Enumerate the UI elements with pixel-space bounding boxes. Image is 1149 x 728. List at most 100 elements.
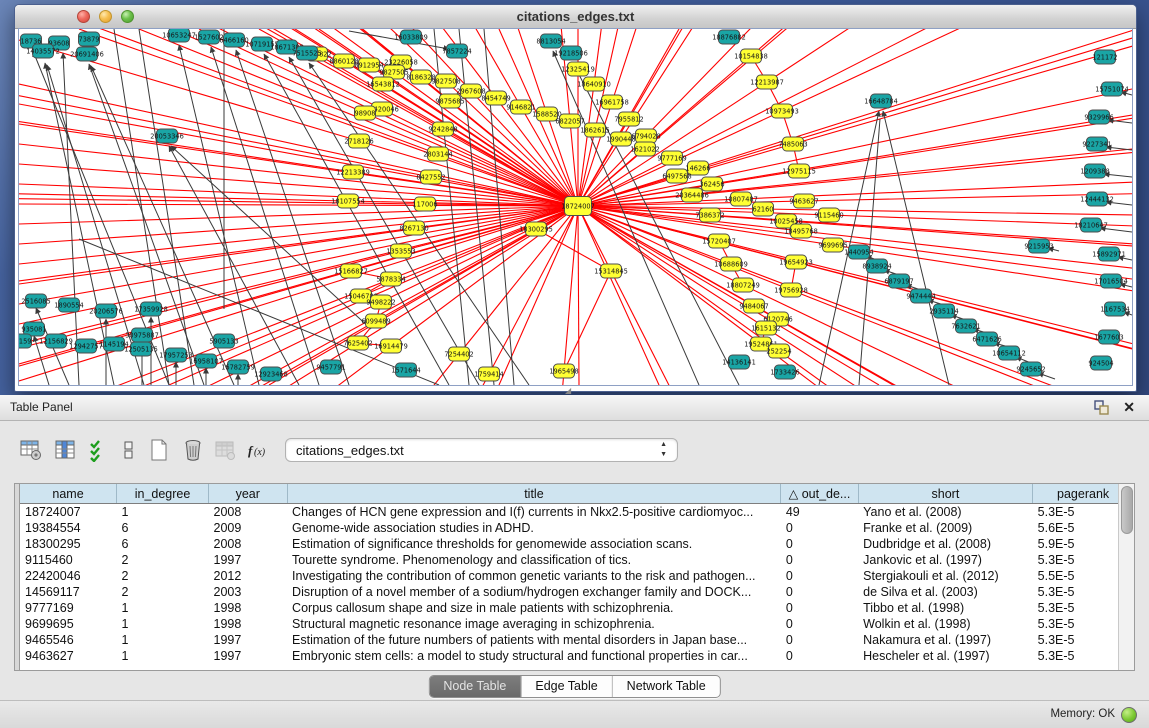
network-table-selector[interactable]: citations_edges.txt▲▼	[285, 438, 678, 462]
graph-node[interactable]: 1862615	[580, 123, 609, 137]
graph-node[interactable]: 6794028	[631, 129, 660, 143]
graph-node[interactable]: 10154838	[734, 49, 768, 63]
citation-edge[interactable]	[767, 29, 1132, 82]
graph-node[interactable]: 9474444	[906, 289, 935, 303]
graph-node[interactable]: 9115460	[814, 208, 843, 222]
graph-node[interactable]: 1621022	[630, 142, 659, 156]
graph-node[interactable]: 6497568	[662, 169, 691, 183]
graph-node[interactable]: 924504	[1088, 356, 1113, 370]
graph-node[interactable]: 9215953	[1024, 239, 1053, 253]
citation-edge[interactable]	[698, 29, 1132, 168]
column-header-year[interactable]: year	[209, 484, 288, 504]
network-graph-svg[interactable]: 1872400771638228860128891295423226058982…	[19, 29, 1132, 385]
graph-node[interactable]: 15751074	[1095, 82, 1129, 96]
citation-edge[interactable]	[161, 374, 489, 385]
graph-node[interactable]: 62160	[753, 202, 774, 216]
table-row[interactable]: 969969511998Structural magnetic resonanc…	[20, 616, 1134, 632]
citation-edge[interactable]	[578, 89, 1132, 206]
graph-node[interactable]: 9699695	[818, 238, 847, 252]
graph-node[interactable]: 9457791	[316, 360, 345, 374]
import-table-icon[interactable]	[210, 435, 240, 465]
graph-node[interactable]: 15166827	[334, 264, 368, 278]
tab-node-table[interactable]: Node Table	[429, 676, 521, 697]
show-columns-icon[interactable]	[50, 435, 80, 465]
column-header-out_de[interactable]: △ out_de...	[781, 484, 858, 504]
graph-node[interactable]: 5878334	[376, 272, 405, 286]
citation-edge[interactable]	[359, 141, 578, 206]
citation-edge[interactable]	[19, 206, 578, 381]
citation-edge[interactable]	[443, 129, 578, 206]
row-height-icon[interactable]	[114, 435, 144, 465]
graph-node[interactable]: 12213987	[750, 75, 784, 89]
selector-spinner-icon[interactable]: ▲▼	[660, 440, 667, 460]
graph-node[interactable]: 1167534	[1100, 302, 1129, 316]
graph-node[interactable]: 15892971	[1092, 247, 1126, 261]
graph-node[interactable]: 6099489	[361, 314, 390, 328]
graph-node[interactable]: 18807249	[726, 278, 760, 292]
graph-node[interactable]: 1353553	[386, 244, 415, 258]
table-row[interactable]: 977716911998Corpus callosum shape and si…	[20, 600, 1134, 616]
vertical-scrollbar[interactable]	[1118, 484, 1134, 670]
graph-node[interactable]: 15314845	[594, 264, 628, 278]
citation-edge[interactable]	[19, 186, 348, 201]
graph-node[interactable]: 6879197	[884, 274, 913, 288]
graph-node[interactable]: 10654112	[992, 346, 1026, 360]
graph-node[interactable]: 8427552	[416, 170, 445, 184]
window-titlebar[interactable]: citations_edges.txt	[15, 5, 1136, 29]
graph-node[interactable]: 7955812	[614, 112, 643, 126]
graph-node[interactable]: 6471626	[972, 332, 1001, 346]
graph-node[interactable]: 20206576	[89, 304, 123, 318]
graph-node[interactable]: 12325419	[561, 62, 595, 76]
graph-node[interactable]: 7515525	[292, 46, 321, 60]
table-row[interactable]: 911546021997Tourette syndrome. Phenomeno…	[20, 552, 1134, 568]
function-icon[interactable]: f(x)	[244, 435, 274, 465]
graph-node[interactable]: 8267130	[399, 221, 428, 235]
tab-edge-table[interactable]: Edge Table	[521, 676, 612, 697]
select-rows-icon[interactable]	[84, 435, 114, 465]
citation-edge[interactable]	[621, 29, 999, 139]
column-header-name[interactable]: name	[20, 484, 117, 504]
graph-node[interactable]: 9498222	[366, 295, 395, 309]
table-settings-icon[interactable]	[16, 435, 46, 465]
graph-node[interactable]: 18210647	[1074, 218, 1108, 232]
graph-node[interactable]: 16914479	[374, 339, 408, 353]
graph-node[interactable]: 12942757	[69, 339, 103, 353]
graph-node[interactable]: 2516085	[21, 294, 50, 308]
graph-node[interactable]: 9875685	[435, 94, 464, 108]
table-body[interactable]: 1872400712008Changes of HCN gene express…	[20, 504, 1134, 665]
scrollbar-thumb[interactable]	[1121, 486, 1133, 534]
graph-node[interactable]: 73879	[79, 32, 100, 46]
memory-ok-indicator[interactable]	[1121, 707, 1137, 723]
graph-node[interactable]: 33159	[19, 334, 32, 348]
graph-node[interactable]: 16782759	[221, 360, 255, 374]
graph-node[interactable]: 117006	[412, 197, 437, 211]
graph-hub-node[interactable]: 18724007	[561, 197, 595, 216]
graph-node[interactable]: 12975115	[782, 164, 816, 178]
graph-node[interactable]: 1209388	[1080, 164, 1109, 178]
table-row[interactable]: 1872400712008Changes of HCN gene express…	[20, 504, 1134, 521]
table-row[interactable]: 1830029562008Estimation of significance …	[20, 536, 1134, 552]
graph-node[interactable]: 252254	[766, 344, 791, 358]
table-row[interactable]: 1456911722003Disruption of a novel membe…	[20, 584, 1134, 600]
graph-node[interactable]: 1571644	[391, 363, 420, 377]
table-row[interactable]: 2242004622012Investigating the contribut…	[20, 568, 1134, 584]
graph-node[interactable]: 7857224	[442, 44, 471, 58]
graph-node[interactable]: 2935114	[929, 304, 958, 318]
graph-node[interactable]: 18876882	[712, 30, 746, 44]
graph-node[interactable]: 2803144	[423, 147, 452, 161]
graph-node[interactable]: 7254402	[444, 347, 473, 361]
graph-node[interactable]: 1733426	[770, 365, 799, 379]
graph-node[interactable]: 1965498	[549, 364, 578, 378]
citation-edge[interactable]	[672, 29, 1132, 158]
graph-node[interactable]: 17957253	[159, 348, 193, 362]
graph-node[interactable]: 18640910	[577, 77, 611, 91]
graph-node[interactable]: 9463627	[789, 194, 818, 208]
column-header-short[interactable]: short	[858, 484, 1033, 504]
graph-node[interactable]: 121172	[1092, 50, 1117, 64]
float-panel-icon[interactable]	[1094, 400, 1109, 415]
graph-node[interactable]: 1615132	[751, 321, 780, 335]
column-header-in_degree[interactable]: in_degree	[117, 484, 209, 504]
graph-node[interactable]: 8813054	[536, 34, 565, 48]
graph-node[interactable]: 1759414	[474, 367, 503, 381]
citation-edge[interactable]	[761, 344, 1132, 385]
